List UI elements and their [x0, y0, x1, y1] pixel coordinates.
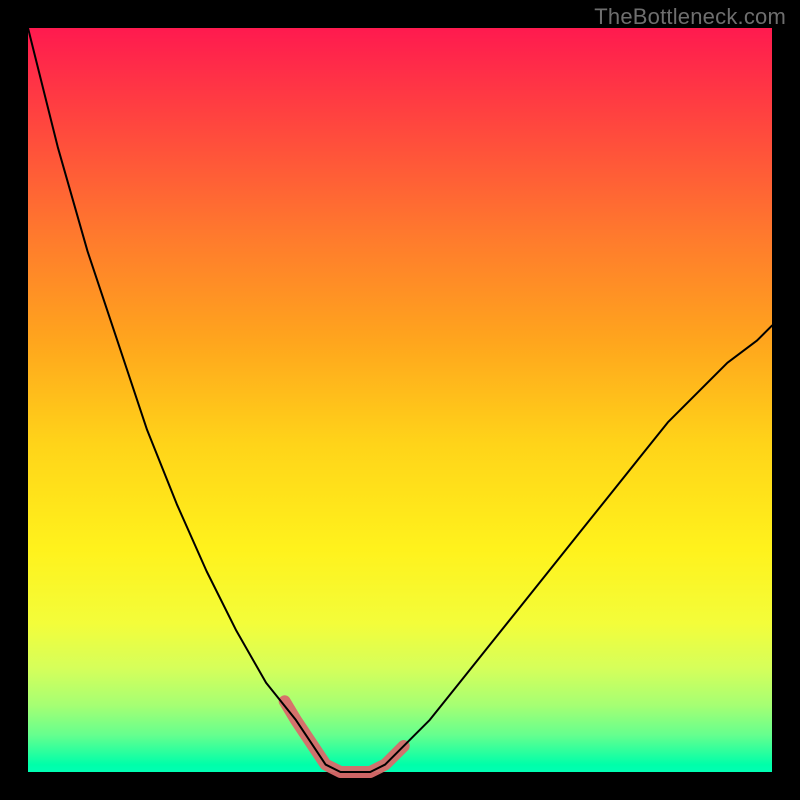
bottleneck-accent — [285, 701, 404, 772]
chart-frame: TheBottleneck.com — [0, 0, 800, 800]
plot-area — [28, 28, 772, 772]
chart-svg — [28, 28, 772, 772]
bottleneck-curve — [28, 28, 772, 772]
watermark-text: TheBottleneck.com — [594, 4, 786, 30]
